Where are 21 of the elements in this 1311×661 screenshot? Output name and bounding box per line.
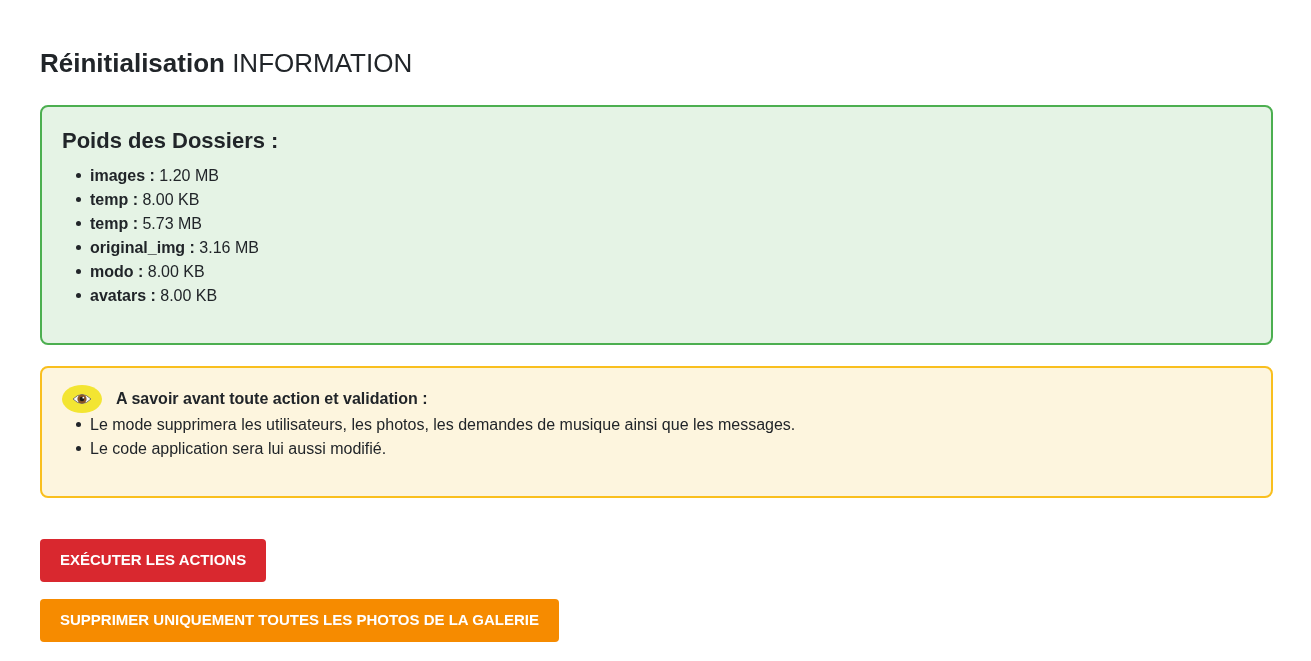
execute-button[interactable]: EXÉCUTER LES ACTIONS	[40, 538, 267, 582]
folder-size-text: images : 1.20 MB	[90, 165, 219, 186]
folder-size-text: original_img : 3.16 MB	[90, 237, 259, 258]
folder-size-text: temp : 5.73 MB	[90, 213, 203, 234]
bullet-icon	[76, 446, 81, 452]
bullet-icon	[76, 173, 81, 179]
panel-title: Poids des Dossiers :	[62, 128, 279, 155]
eye-icon	[62, 384, 102, 413]
bullet-icon	[76, 269, 81, 275]
bullet-icon	[76, 197, 81, 203]
page-title: Réinitialisation INFORMATION	[40, 48, 413, 80]
notice-text: Le mode supprimera les utilisateurs, les photos, les demandes de musique ainsi que les messages.	[90, 414, 796, 435]
bullet-icon	[76, 245, 81, 251]
bullet-icon	[76, 422, 81, 428]
folder-size-text: modo : 8.00 KB	[90, 261, 205, 282]
bullet-icon	[76, 221, 81, 227]
bullet-icon	[76, 293, 81, 299]
folder-size-text: avatars : 8.00 KB	[90, 285, 218, 306]
notice-text: Le code application sera lui aussi modifié.	[90, 438, 387, 459]
folder-size-text: temp : 8.00 KB	[90, 189, 200, 210]
notice-title: A savoir avant toute action et validation :	[116, 388, 428, 409]
